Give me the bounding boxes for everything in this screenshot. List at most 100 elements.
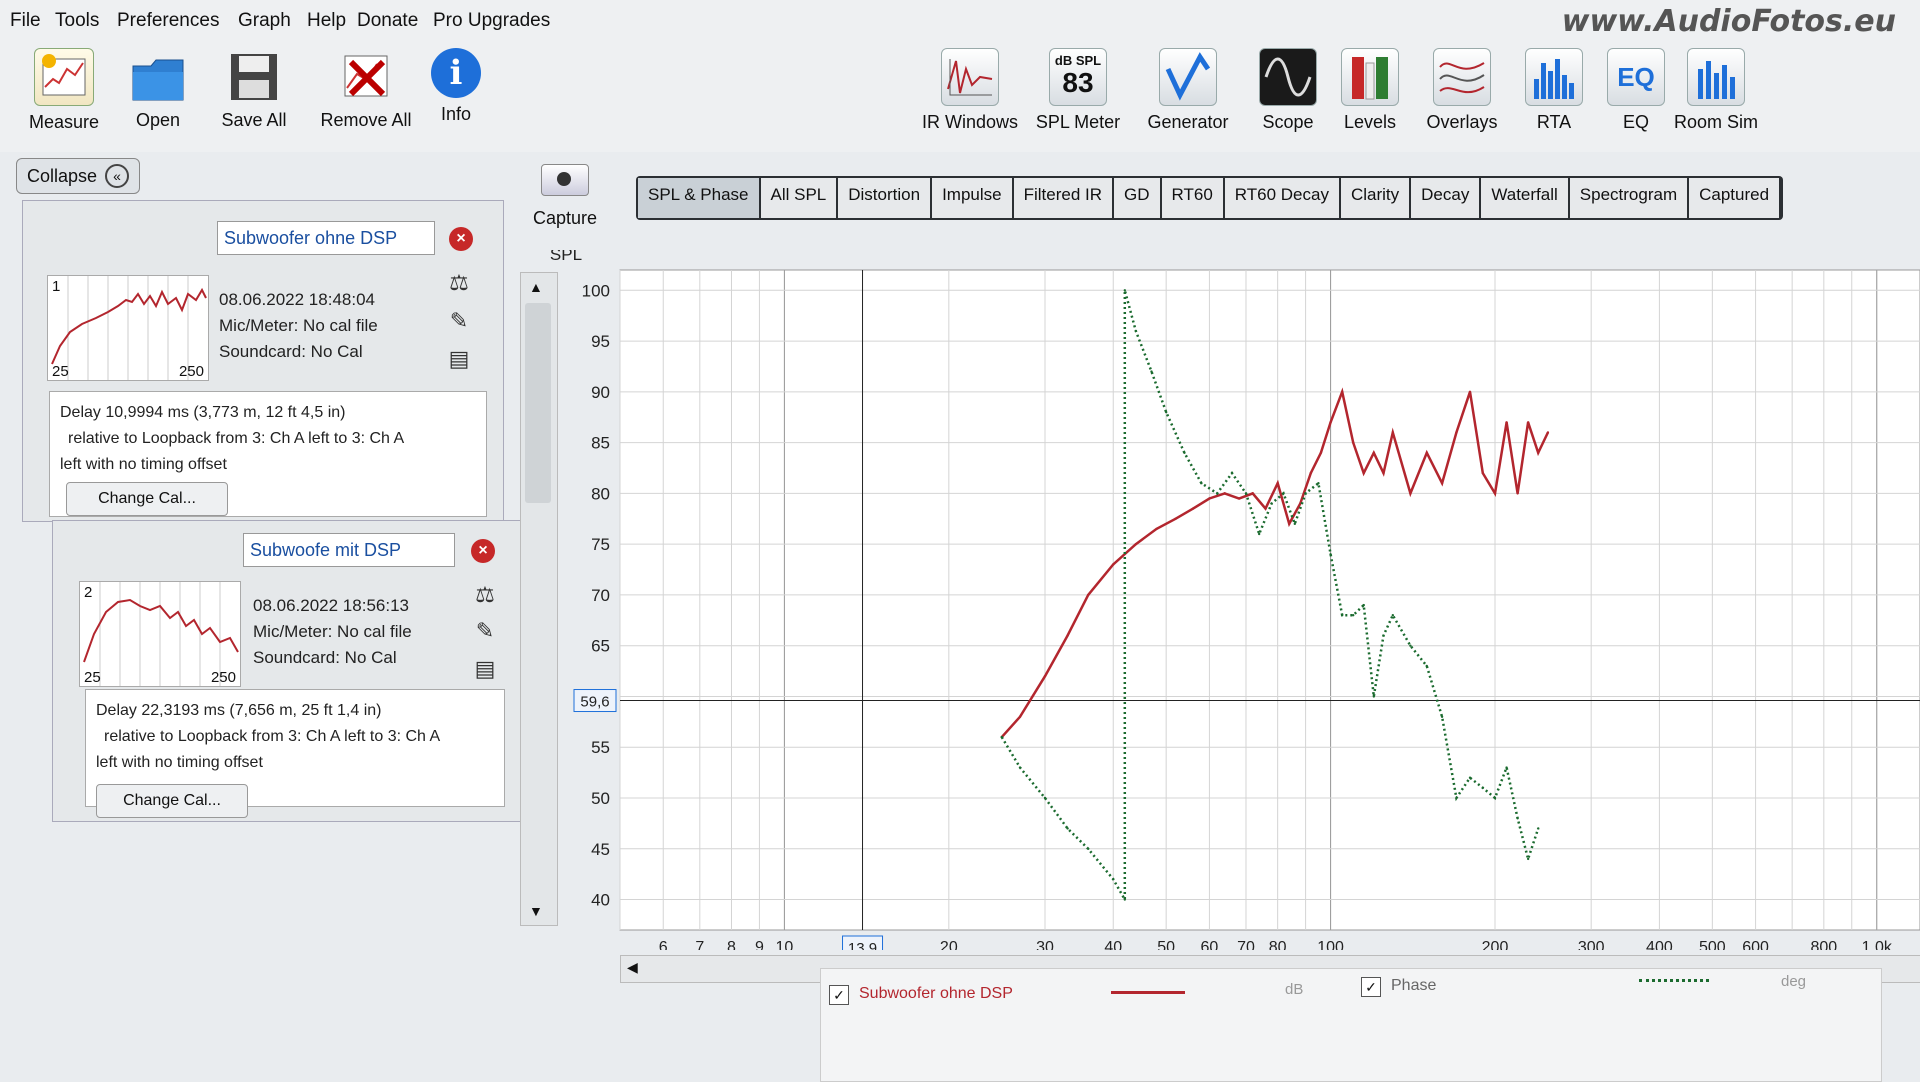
data-point (1409, 492, 1412, 495)
graph-tabs: SPL & Phase All SPL Distortion Impulse Filte… (636, 176, 1784, 220)
close-icon[interactable]: × (449, 227, 473, 251)
data-point (1043, 796, 1047, 800)
tab-rt60[interactable]: RT60 (1161, 178, 1223, 218)
series-checkbox[interactable]: ✓ (829, 985, 849, 1005)
edit-icon[interactable]: ✎ (447, 309, 471, 333)
tab-gd[interactable]: GD (1114, 178, 1160, 218)
generator-button[interactable]: Generator (1138, 48, 1238, 133)
measurement-thumbnail[interactable]: 2 25 250 (79, 581, 241, 687)
data-point (1230, 471, 1234, 475)
tab-impulse[interactable]: Impulse (932, 178, 1012, 218)
tab-captured[interactable]: Captured (1689, 178, 1780, 218)
data-point (1191, 507, 1195, 510)
ir-windows-label: IR Windows (921, 112, 1019, 132)
data-point (1251, 492, 1254, 495)
measurement-offset: left with no timing offset (60, 456, 227, 473)
data-point (1425, 664, 1428, 668)
change-cal-button[interactable]: Change Cal... (66, 482, 228, 516)
data-point (1340, 614, 1344, 617)
measurement-card-1[interactable]: Subwoofer ohne DSP × 1 25 250 08.06.2022… (22, 200, 504, 522)
menu-help[interactable]: Help (307, 10, 346, 32)
spl-phase-graph[interactable]: 100 95 90 85 80 75 70 65 55 50 45 40 SPL 6 7 8 9 10 20 30 40… (540, 250, 1920, 950)
collapse-button[interactable]: Collapse « (16, 158, 140, 194)
levels-adjust-icon[interactable]: ⚖ (473, 583, 497, 607)
capture-button[interactable]: Capture (530, 160, 600, 229)
data-point (1391, 431, 1395, 434)
data-point (1123, 898, 1127, 901)
info-button[interactable]: i Info (406, 48, 506, 125)
phase-checkbox[interactable]: ✓ (1361, 977, 1381, 997)
plot-area[interactable] (619, 269, 1920, 931)
x-tick-label: 200 (1482, 939, 1509, 950)
open-button[interactable]: Open (108, 48, 208, 131)
data-point (1200, 482, 1203, 485)
measurement-name-field[interactable]: Subwoofe mit DSP (243, 533, 455, 567)
overlays-button[interactable]: Overlays (1412, 48, 1512, 133)
data-point (1372, 695, 1376, 698)
cursor-y-readout: 59,6 (580, 694, 609, 711)
y-tick-label: 90 (591, 383, 610, 402)
tab-clarity[interactable]: Clarity (1340, 178, 1410, 218)
measurement-name-field[interactable]: Subwoofer ohne DSP (217, 221, 435, 255)
x-tick-label: 8 (727, 939, 736, 950)
notes-icon[interactable]: ▤ (447, 347, 471, 371)
levels-adjust-icon[interactable]: ⚖ (447, 271, 471, 295)
edit-icon[interactable]: ✎ (473, 619, 497, 643)
x-tick-label: 300 (1578, 939, 1605, 950)
x-tick-label: 40 (1104, 939, 1122, 950)
y-tick-label: 50 (591, 789, 610, 808)
tab-distortion[interactable]: Distortion (838, 178, 931, 218)
measurement-thumbnail[interactable]: 1 25 250 (47, 275, 209, 381)
x-tick-label: 80 (1269, 939, 1287, 950)
save-all-button[interactable]: Save All (204, 48, 304, 131)
menu-donate[interactable]: Donate (357, 10, 418, 32)
data-point (1150, 370, 1153, 373)
data-point (1223, 492, 1226, 495)
legend-phase-label: Phase (1391, 977, 1437, 994)
tab-rt60-decay[interactable]: RT60 Decay (1224, 178, 1339, 218)
measure-button[interactable]: Measure (14, 48, 114, 133)
data-point (1174, 517, 1177, 520)
measurement-mic: Mic/Meter: No cal file (219, 316, 378, 335)
change-cal-button[interactable]: Change Cal... (96, 784, 248, 818)
measurement-offset: left with no timing offset (96, 754, 263, 771)
measurement-card-2[interactable]: Subwoofe mit DSP × 2 25 250 08.06.2022 1… (52, 520, 524, 822)
data-point (1505, 421, 1508, 424)
remove-all-label: Remove All (320, 110, 412, 130)
remove-all-button[interactable]: Remove All (316, 48, 416, 131)
measure-label: Measure (28, 112, 100, 132)
menu-graph[interactable]: Graph (238, 10, 291, 32)
measurement-soundcard: Soundcard: No Cal (253, 648, 397, 667)
tab-decay[interactable]: Decay (1411, 178, 1480, 218)
ir-windows-button[interactable]: IR Windows (920, 48, 1020, 133)
menu-file[interactable]: File (10, 10, 41, 32)
room-sim-icon (1687, 48, 1745, 106)
y-tick-label: 65 (591, 637, 610, 656)
tab-spectrogram[interactable]: Spectrogram (1569, 178, 1688, 218)
remove-icon (337, 48, 395, 104)
data-point (1455, 796, 1458, 800)
close-icon[interactable]: × (471, 539, 495, 563)
tab-spl-phase[interactable]: SPL & Phase (638, 178, 759, 218)
data-point (1264, 507, 1267, 510)
room-sim-label: Room Sim (1673, 112, 1758, 132)
data-point (1134, 329, 1138, 333)
room-sim-button[interactable]: Room Sim (1666, 48, 1766, 133)
data-point (1087, 593, 1090, 597)
tab-waterfall[interactable]: Waterfall (1481, 178, 1568, 218)
data-point (1382, 634, 1385, 637)
spl-meter-button[interactable]: dB SPL 83 SPL Meter (1028, 48, 1128, 133)
tab-filtered-ir[interactable]: Filtered IR (1013, 178, 1113, 218)
collapse-label: Collapse (27, 165, 98, 186)
menu-tools[interactable]: Tools (55, 10, 99, 32)
menu-pro-upgrades[interactable]: Pro Upgrades (433, 10, 550, 32)
levels-button[interactable]: Levels (1320, 48, 1420, 133)
data-point (1000, 735, 1003, 739)
scope-icon (1259, 48, 1317, 106)
data-point (1493, 492, 1497, 495)
tab-all-spl[interactable]: All SPL (760, 178, 837, 218)
scroll-left-icon[interactable]: ◀ (627, 959, 638, 976)
notes-icon[interactable]: ▤ (473, 657, 497, 681)
measurement-relative: relative to Loopback from 3: Ch A left t… (104, 728, 441, 745)
menu-preferences[interactable]: Preferences (117, 10, 219, 32)
